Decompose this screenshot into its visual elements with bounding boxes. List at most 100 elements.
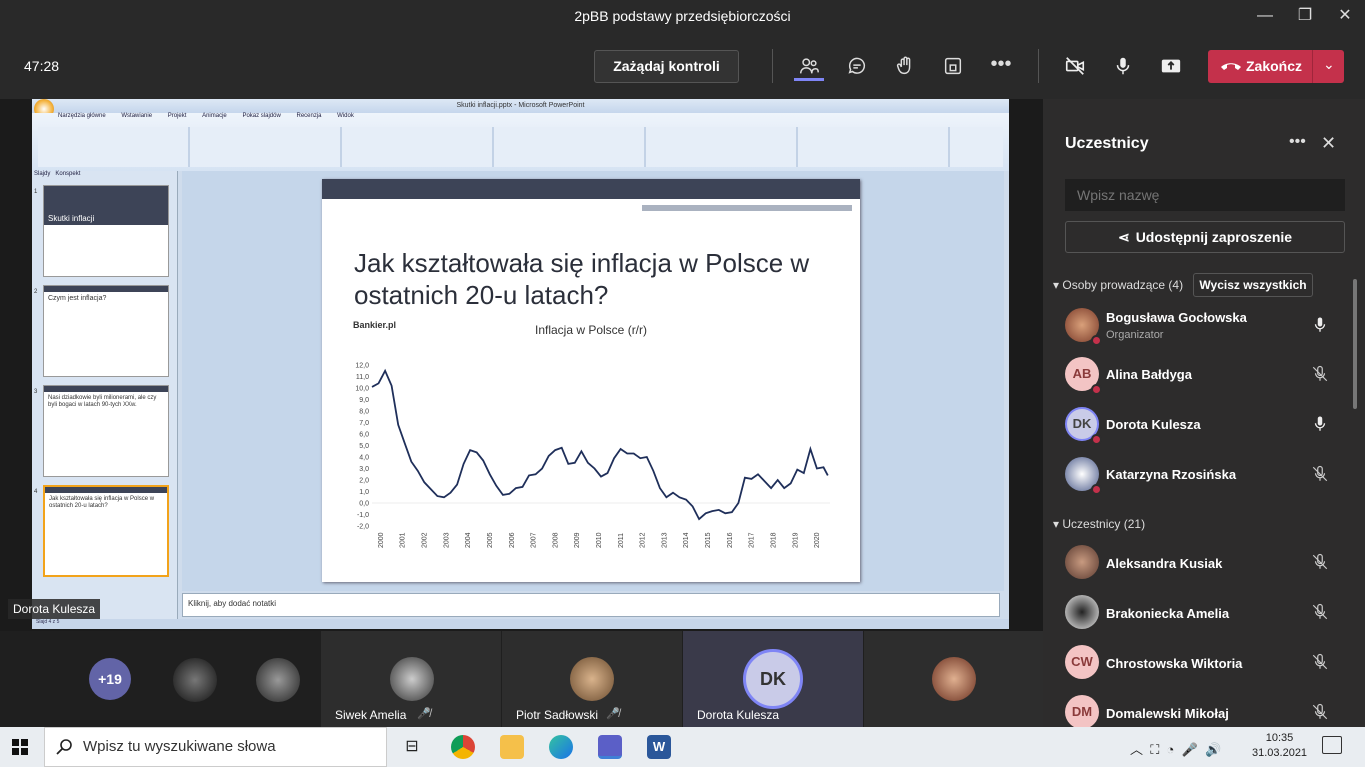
share-screen-icon[interactable]: [1156, 51, 1186, 81]
word-icon[interactable]: W: [647, 735, 671, 759]
maximize-icon[interactable]: ❐: [1290, 4, 1320, 28]
notes-pane[interactable]: Kliknij, aby dodać notatki: [182, 593, 1000, 617]
end-call-label: Zakończ: [1246, 58, 1303, 74]
ribbon-tab[interactable]: Narzędzia główne: [58, 113, 106, 119]
ribbon-tab[interactable]: Pokaz slajdów: [242, 113, 280, 119]
video-tile-active[interactable]: DK Dorota Kulesza: [683, 631, 863, 727]
ribbon-tab[interactable]: Wstawianie: [121, 113, 152, 119]
participant-row[interactable]: Brakoniecka Amelia: [1043, 588, 1365, 638]
series-line-inflation: [371, 368, 829, 521]
task-view-icon[interactable]: ⊟: [400, 735, 424, 759]
x-tick-label: 2010: [596, 532, 603, 548]
window-title-bar: 2pBB podstawy przedsiębiorczości — ❐ ✕: [0, 0, 1365, 33]
chat-icon[interactable]: [842, 51, 872, 81]
panel-more-icon[interactable]: •••: [1289, 133, 1306, 151]
camera-off-icon[interactable]: [1060, 51, 1090, 81]
y-tick-label: 0,0: [359, 501, 369, 508]
mic-off-icon: [1312, 703, 1328, 720]
edge-icon[interactable]: [549, 735, 573, 759]
participant-avatar: [390, 657, 434, 701]
end-call-button[interactable]: Zakończ ⌄: [1208, 50, 1344, 83]
x-tick-label: 2002: [422, 532, 429, 548]
y-tick-label: 12,0: [355, 363, 369, 370]
ribbon: Narzędzia główne Wstawianie Projekt Anim…: [32, 113, 1009, 171]
y-tick-label: 3,0: [359, 466, 369, 473]
toolbar-divider: [772, 49, 773, 83]
slide-header-band: [322, 179, 860, 199]
participant-row[interactable]: CW Chrostowska Wiktoria: [1043, 638, 1365, 688]
mic-on-icon: [1314, 317, 1326, 332]
system-tray-icons[interactable]: ︿ ⛶ ◔ 🎤 🔊: [1130, 739, 1221, 758]
close-window-icon[interactable]: ✕: [1330, 4, 1360, 28]
mic-off-icon: [1312, 653, 1328, 670]
participant-avatar: [1065, 545, 1099, 579]
participants-icon[interactable]: [794, 51, 824, 81]
tile-name: Piotr Sadłowski: [516, 708, 599, 722]
teams-icon[interactable]: [598, 735, 622, 759]
video-tile[interactable]: Piotr Sadłowski 🎤̸: [502, 631, 682, 727]
status-dot: [1091, 335, 1102, 346]
participants-panel: Uczestnicy ••• ✕ ⋖ Udostępnij zaproszenie…: [1043, 99, 1365, 727]
participant-row[interactable]: Aleksandra Kusiak: [1043, 538, 1365, 588]
notifications-icon[interactable]: [1322, 736, 1342, 754]
taskbar-search-input[interactable]: Wpisz tu wyszukiwane słowa: [44, 727, 387, 767]
thumb-number: 3: [34, 389, 38, 395]
y-tick-label: 1,0: [359, 489, 369, 496]
participant-name: Chrostowska Wiktoria: [1106, 656, 1243, 671]
share-invite-button[interactable]: ⋖ Udostępnij zaproszenie: [1065, 221, 1345, 253]
request-control-button[interactable]: Zażądaj kontroli: [594, 50, 739, 83]
mic-on-icon: [1314, 416, 1326, 431]
slides-tab[interactable]: Slajdy: [34, 171, 50, 177]
windows-start-icon[interactable]: [12, 739, 28, 755]
x-tick-label: 2005: [487, 532, 494, 548]
more-participants-badge[interactable]: +19: [89, 658, 131, 700]
chevron-down-icon[interactable]: ⌄: [1323, 56, 1335, 73]
chart-title: Inflacja w Polsce (r/r): [534, 323, 648, 337]
ribbon-tab[interactable]: Animacje: [202, 113, 227, 119]
outline-tab[interactable]: Konspekt: [55, 171, 80, 177]
ribbon-tab[interactable]: Recenzja: [296, 113, 321, 119]
mute-all-button[interactable]: Wycisz wszystkich: [1193, 273, 1313, 297]
slide-thumbnail-selected[interactable]: Jak kształtowała się inflacja w Polsce w…: [43, 485, 169, 577]
file-explorer-icon[interactable]: [500, 735, 524, 759]
participant-row[interactable]: Katarzyna Rzosińska: [1043, 450, 1365, 500]
rooms-icon[interactable]: [938, 51, 968, 81]
collapse-icon: ▾: [1053, 278, 1060, 292]
participant-name: Katarzyna Rzosińska: [1106, 467, 1237, 482]
video-tile[interactable]: [864, 631, 1043, 727]
participant-search-input[interactable]: [1065, 179, 1345, 211]
attendees-header[interactable]: ▾ Uczestnicy (21): [1053, 517, 1145, 531]
ribbon-tab[interactable]: Projekt: [168, 113, 187, 119]
raise-hand-icon[interactable]: [890, 51, 920, 81]
slide-thumbnail[interactable]: Nasi dziadkowie byli milionerami, ale cz…: [43, 385, 169, 477]
presenter-name-tag: Dorota Kulesza: [8, 599, 101, 619]
minimize-icon[interactable]: —: [1250, 4, 1280, 28]
presenters-header[interactable]: ▾ Osoby prowadzące (4): [1053, 278, 1183, 292]
more-options-icon[interactable]: •••: [986, 51, 1016, 81]
participant-row[interactable]: AB Alina Bałdyga: [1043, 350, 1365, 400]
participant-row[interactable]: Bogusława Gocłowska Organizator: [1043, 301, 1365, 351]
participant-name: Dorota Kulesza: [1106, 417, 1201, 432]
y-tick-label: -1,0: [357, 512, 369, 519]
x-tick-label: 2017: [749, 532, 756, 548]
x-tick-label: 2019: [792, 532, 799, 548]
tile-name: Dorota Kulesza: [697, 708, 780, 722]
x-tick-label: 2015: [705, 532, 712, 548]
slide-thumbnail[interactable]: Czym jest inflacja?: [43, 285, 169, 377]
panel-scrollbar[interactable]: [1353, 279, 1357, 409]
taskbar-clock[interactable]: 10:35 31.03.2021: [1252, 731, 1307, 761]
ribbon-groups: [38, 127, 1003, 167]
clock-time: 10:35: [1265, 732, 1294, 744]
participant-row[interactable]: DK Dorota Kulesza: [1043, 400, 1365, 450]
close-panel-icon[interactable]: ✕: [1321, 133, 1336, 154]
chrome-icon[interactable]: [451, 735, 475, 759]
ribbon-tab[interactable]: Widok: [337, 113, 354, 119]
participant-row[interactable]: DM Domalewski Mikołaj: [1043, 688, 1365, 727]
slide-thumbnail[interactable]: Skutki inflacji: [43, 185, 169, 277]
attendees-header-label: Uczestnicy (21): [1062, 517, 1146, 531]
video-tile[interactable]: Siwek Amelia 🎤̸: [321, 631, 501, 727]
microphone-icon[interactable]: [1108, 51, 1138, 81]
mic-off-icon: 🎤̸: [417, 708, 431, 720]
window-title: 2pBB podstawy przedsiębiorczości: [574, 8, 791, 24]
mic-off-icon: 🎤̸: [606, 708, 620, 720]
